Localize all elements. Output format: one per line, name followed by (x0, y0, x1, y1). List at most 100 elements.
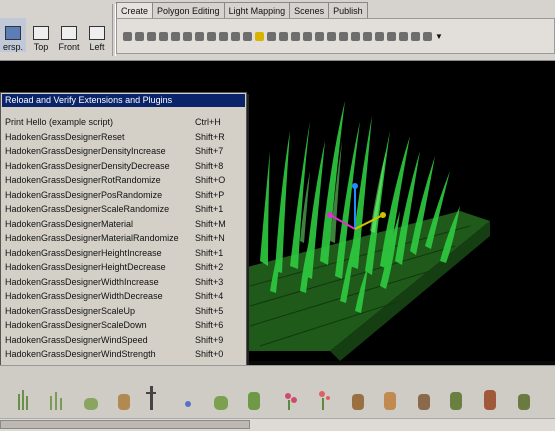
menu-list: Print Hello (example script) Ctrl+H Hadok… (1, 115, 246, 376)
top-toolbar: ersp. Top Front Left Create Polygon Edit… (0, 0, 555, 61)
menu-item[interactable]: HadokenGrassDesignerWindStrength Shift+0 (1, 347, 246, 362)
menu-item[interactable]: HadokenGrassDesignerWidthIncrease Shift+3 (1, 275, 246, 290)
menu-item-shortcut: Shift+1 (195, 204, 224, 214)
menu-item-shortcut: Shift+O (195, 175, 226, 185)
tool-icon[interactable] (423, 31, 432, 41)
view-label: Front (58, 42, 80, 52)
menu-item-shortcut: Shift+6 (195, 320, 224, 330)
menu-item-shortcut: Ctrl+H (195, 117, 221, 127)
menu-item[interactable]: HadokenGrassDesignerScaleUp Shift+5 (1, 304, 246, 319)
menu-item-label: HadokenGrassDesignerRotRandomize (5, 175, 161, 185)
tab-light-mapping[interactable]: Light Mapping (223, 2, 291, 19)
tool-icon[interactable] (351, 31, 360, 41)
plant-thumbnail (146, 386, 156, 410)
light-bulb-icon[interactable] (255, 31, 264, 41)
menu-item[interactable]: HadokenGrassDesignerDensityIncrease Shift… (1, 144, 246, 159)
view-front-button[interactable]: Front (56, 18, 82, 52)
create-shelf: ▼ (116, 18, 555, 54)
tool-icon[interactable] (195, 31, 204, 41)
menu-item-label: HadokenGrassDesignerScaleDown (5, 320, 147, 330)
tool-icon[interactable] (303, 31, 312, 41)
plant-thumbnails (18, 386, 530, 410)
plant-thumbnail (352, 394, 364, 410)
menu-item[interactable]: HadokenGrassDesignerScaleRandomize Shift+… (1, 202, 246, 217)
menu-item[interactable]: HadokenGrassDesignerMaterialRandomize Shi… (1, 231, 246, 246)
tool-icon[interactable] (231, 31, 240, 41)
tool-icon[interactable] (399, 31, 408, 41)
plant-thumbnail (18, 390, 28, 410)
extensions-menu: Reload and Verify Extensions and Plugins… (0, 92, 247, 381)
menu-item-shortcut: Shift+4 (195, 291, 224, 301)
menu-item-label: HadokenGrassDesignerHeightDecrease (5, 262, 166, 272)
left-view-icon (89, 26, 105, 40)
plant-thumbnail (418, 394, 430, 410)
tool-icon[interactable] (135, 31, 144, 41)
tool-icon[interactable] (327, 31, 336, 41)
plant-thumbnail (518, 394, 530, 410)
tab-scenes[interactable]: Scenes (289, 2, 330, 19)
tool-icon[interactable] (207, 31, 216, 41)
tab-polygon-editing[interactable]: Polygon Editing (152, 2, 225, 19)
menu-item[interactable]: HadokenGrassDesignerPosRandomize Shift+P (1, 188, 246, 203)
tool-icon[interactable] (171, 31, 180, 41)
tab-publish[interactable]: Publish (328, 2, 368, 19)
menu-item[interactable]: HadokenGrassDesignerMaterial Shift+M (1, 217, 246, 232)
tool-icon[interactable] (279, 31, 288, 41)
menu-item[interactable]: HadokenGrassDesignerReset Shift+R (1, 130, 246, 145)
chevron-down-icon[interactable]: ▼ (435, 32, 443, 41)
reload-extensions-menu-item[interactable]: Reload and Verify Extensions and Plugins (2, 94, 245, 107)
menu-item[interactable]: HadokenGrassDesignerHeightDecrease Shift+… (1, 260, 246, 275)
menu-item-label: HadokenGrassDesignerDensityDecrease (5, 160, 170, 171)
menu-item-shortcut: Shift+7 (195, 146, 224, 156)
view-top-button[interactable]: Top (28, 18, 54, 52)
menu-item[interactable]: HadokenGrassDesignerWindSpeed Shift+9 (1, 333, 246, 348)
menu-item-shortcut: Shift+0 (195, 349, 224, 359)
tool-icon[interactable] (387, 31, 396, 41)
tool-icon[interactable] (291, 31, 300, 41)
perspective-view-icon (5, 26, 21, 40)
menu-item-label: HadokenGrassDesignerScaleRandomize (5, 204, 170, 214)
plant-thumbnail (84, 398, 98, 410)
view-label: ersp. (2, 42, 23, 52)
menu-item[interactable]: HadokenGrassDesignerScaleDown Shift+6 (1, 318, 246, 333)
menu-item-label: HadokenGrassDesignerPosRandomize (5, 189, 163, 200)
plant-thumbnail (50, 392, 62, 410)
menu-item-label: HadokenGrassDesignerWindSpeed (5, 334, 148, 345)
menu-item[interactable]: HadokenGrassDesignerDensityDecrease Shift… (1, 159, 246, 174)
menu-item[interactable]: Print Hello (example script) Ctrl+H (1, 115, 246, 130)
menu-item-label: Print Hello (example script) (5, 117, 114, 127)
tool-icon[interactable] (411, 31, 420, 41)
plant-palette (0, 365, 555, 431)
tool-icon[interactable] (363, 31, 372, 41)
menu-item-shortcut: Shift+N (195, 233, 225, 243)
menu-item[interactable]: HadokenGrassDesignerHeightIncrease Shift+… (1, 246, 246, 261)
view-perspective-button[interactable]: ersp. (0, 18, 26, 52)
tool-icon[interactable] (267, 31, 276, 41)
plant-thumbnail (319, 391, 330, 410)
tool-icon[interactable] (219, 31, 228, 41)
menu-item-label: HadokenGrassDesignerWidthDecrease (5, 291, 163, 301)
tool-icon[interactable] (147, 31, 156, 41)
tool-icon[interactable] (123, 31, 132, 41)
menu-item-label: HadokenGrassDesignerScaleUp (5, 305, 136, 316)
tool-icon[interactable] (159, 31, 168, 41)
tool-icon[interactable] (183, 31, 192, 41)
tool-icon[interactable] (315, 31, 324, 41)
shelf-tabs: Create Polygon Editing Light Mapping Sce… (116, 2, 368, 19)
menu-item-label: HadokenGrassDesignerReset (5, 131, 125, 142)
menu-item-shortcut: Shift+9 (195, 334, 224, 345)
scrollbar-thumb[interactable] (0, 420, 250, 429)
menu-item[interactable]: HadokenGrassDesignerWidthDecrease Shift+4 (1, 289, 246, 304)
tool-icon[interactable] (339, 31, 348, 41)
menu-item[interactable]: HadokenGrassDesignerRotRandomize Shift+O (1, 173, 246, 188)
view-label: Left (89, 42, 105, 52)
view-left-button[interactable]: Left (84, 18, 110, 52)
palette-scrollbar[interactable] (0, 418, 555, 431)
plant-thumbnail (285, 393, 297, 410)
tab-create[interactable]: Create (116, 2, 154, 19)
tool-icon[interactable] (243, 31, 252, 41)
tool-icon[interactable] (375, 31, 384, 41)
top-view-icon (33, 26, 49, 40)
menu-item-shortcut: Shift+1 (195, 247, 224, 258)
view-label: Top (33, 42, 49, 52)
